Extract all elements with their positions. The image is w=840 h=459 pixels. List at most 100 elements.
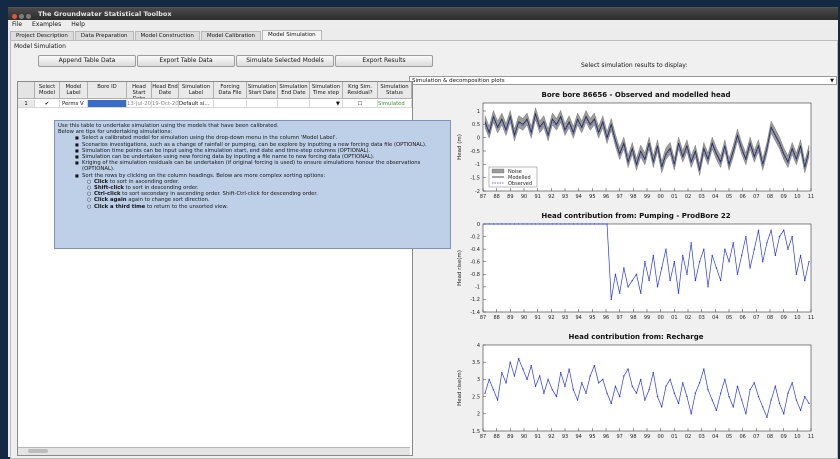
data-point <box>602 223 604 225</box>
x-tick-label: 95 <box>589 315 595 321</box>
col-header-bore-id[interactable]: Bore ID <box>88 82 127 99</box>
col-header-sim-label[interactable]: Simulation Label <box>179 82 214 99</box>
panel-title: Model Simulation <box>14 43 66 50</box>
menu-help[interactable]: Help <box>71 21 85 28</box>
data-point <box>728 395 730 398</box>
data-point <box>648 279 650 282</box>
col-header-sim-end[interactable]: Simulation End Date <box>278 82 310 99</box>
data-point <box>522 368 524 370</box>
data-point <box>581 223 583 225</box>
data-point <box>606 223 608 225</box>
bore-id-cell[interactable] <box>88 100 127 108</box>
data-point <box>808 402 810 405</box>
x-tick-label: 92 <box>548 434 554 440</box>
data-point <box>593 223 596 225</box>
menu-file[interactable]: File <box>12 21 22 28</box>
data-point <box>522 223 524 225</box>
results-select-label: Select simulation results to display: <box>581 62 688 69</box>
horizontal-scrollbar[interactable] <box>18 447 410 455</box>
data-point <box>665 385 667 387</box>
x-tick-label: 96 <box>603 434 609 440</box>
pumping-contribution-chart: 0 -0.2 -0.4 -0.6 -0.8 -1 -1.2 -1.487 88 89 90 91 92 9… <box>457 222 814 321</box>
plot-area <box>482 344 812 432</box>
x-tick-label: 07 <box>753 315 759 321</box>
results-dropdown[interactable]: Simulation & decomposition plots ▼ <box>409 76 837 85</box>
append-table-data-button[interactable]: Append Table Data <box>38 55 136 67</box>
sim-label-cell[interactable]: Default si... <box>179 100 214 108</box>
data-point <box>496 399 499 401</box>
data-point <box>661 267 663 269</box>
data-point <box>745 413 747 415</box>
close-window-icon[interactable] <box>12 14 17 19</box>
data-point <box>740 399 743 401</box>
data-point <box>639 378 642 381</box>
sim-end-cell[interactable] <box>278 100 310 108</box>
maximize-window-icon[interactable] <box>26 14 31 19</box>
select-model-checkbox[interactable]: ✔ <box>35 100 60 108</box>
data-point <box>623 267 625 269</box>
col-header-model-label[interactable]: Model Label <box>60 82 88 99</box>
data-point <box>707 389 709 391</box>
data-point <box>488 223 490 225</box>
x-tick-label: 98 <box>630 315 636 321</box>
sim-start-cell[interactable] <box>247 100 278 108</box>
x-tick-label: 98 <box>630 194 636 200</box>
x-tick-label: 00 <box>657 194 663 200</box>
data-point <box>530 364 532 367</box>
col-header-time-step[interactable]: Simulation Time step <box>310 82 343 99</box>
col-header-sim-start[interactable]: Simulation Start Date <box>247 82 278 99</box>
time-step-dropdown[interactable]: ▼ <box>310 100 343 108</box>
y-tick-label: 3.5 <box>472 360 480 366</box>
y-tick-label: -1.2 <box>470 297 480 303</box>
x-tick-label: 93 <box>562 434 568 440</box>
data-point <box>547 223 549 225</box>
data-point <box>749 267 751 269</box>
data-point <box>614 385 617 387</box>
x-tick-label: 11 <box>808 194 814 200</box>
data-point <box>530 223 532 225</box>
x-tick-label: 10 <box>794 315 800 321</box>
data-point <box>770 229 772 231</box>
y-tick-label: 1 <box>477 109 480 115</box>
data-point <box>703 248 705 250</box>
col-header-status[interactable]: Simulation Status <box>378 82 412 99</box>
x-tick-label: 91 <box>534 434 540 440</box>
y-tick-label: 3 <box>477 377 480 383</box>
export-results-button[interactable]: Export Results <box>335 55 433 67</box>
col-header-head-start[interactable]: Head Start Date <box>127 82 152 99</box>
x-tick-label: 11 <box>808 315 814 321</box>
x-tick-label: 00 <box>657 315 663 321</box>
data-point <box>610 402 612 405</box>
krig-checkbox[interactable]: ☐ <box>343 100 378 108</box>
chevron-down-icon: ▼ <box>335 101 340 107</box>
data-point <box>652 254 655 257</box>
y-axis-label: Head (m) <box>457 134 463 160</box>
export-table-data-button[interactable]: Export Table Data <box>137 55 235 67</box>
x-tick-label: 08 <box>767 194 773 200</box>
data-point <box>795 399 798 401</box>
x-tick-label: 94 <box>575 434 581 440</box>
data-point <box>564 385 566 387</box>
col-header-head-end[interactable]: Head End Date <box>152 82 179 99</box>
simulate-selected-models-button[interactable]: Simulate Selected Models <box>236 55 334 67</box>
menu-examples[interactable]: Examples <box>32 21 61 28</box>
col-header-select[interactable]: Select Model <box>35 82 60 99</box>
data-point <box>766 242 768 244</box>
data-point <box>740 254 743 257</box>
data-point <box>682 254 684 257</box>
y-tick-label: -0.5 <box>470 149 480 155</box>
y-tick-label: -1 <box>475 162 480 168</box>
scrollbar-thumb[interactable] <box>28 449 48 453</box>
minimize-window-icon[interactable] <box>19 14 24 19</box>
model-label-dropdown[interactable]: Perms V <box>60 100 88 108</box>
data-point <box>631 279 633 282</box>
data-point <box>715 409 718 412</box>
x-tick-label: 05 <box>726 315 732 321</box>
row-index[interactable]: 1 <box>18 100 35 108</box>
col-header-krig[interactable]: Krig Sim. Residual? <box>343 82 378 99</box>
data-point <box>639 292 642 294</box>
x-tick-label: 91 <box>534 315 540 321</box>
data-point <box>576 223 579 225</box>
forcing-file-cell[interactable] <box>214 100 247 108</box>
col-header-forcing-file[interactable]: Forcing Data File <box>214 82 247 99</box>
